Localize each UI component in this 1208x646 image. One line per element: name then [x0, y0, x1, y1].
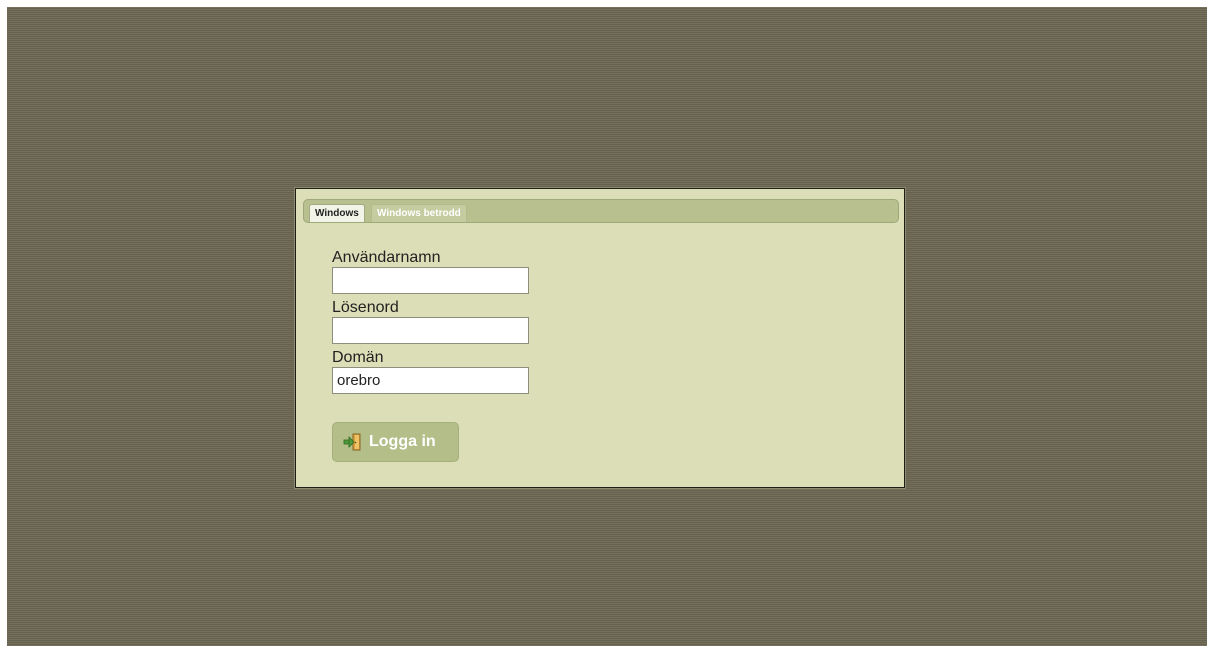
tab-windows-trusted[interactable]: Windows betrodd: [371, 204, 467, 222]
password-label: Lösenord: [332, 299, 399, 316]
login-form: Användarnamn Lösenord Domän: [332, 249, 529, 399]
domain-input[interactable]: [332, 367, 529, 394]
username-input[interactable]: [332, 267, 529, 294]
login-door-icon: [343, 433, 361, 451]
domain-label: Domän: [332, 349, 384, 366]
login-tab-bar: Windows Windows betrodd: [303, 199, 899, 223]
login-button[interactable]: Logga in: [332, 422, 459, 462]
login-dialog: Windows Windows betrodd Användarnamn Lös…: [295, 188, 905, 488]
password-input[interactable]: [332, 317, 529, 344]
tab-windows[interactable]: Windows: [309, 204, 365, 222]
username-label: Användarnamn: [332, 249, 441, 266]
login-button-label: Logga in: [369, 433, 436, 450]
